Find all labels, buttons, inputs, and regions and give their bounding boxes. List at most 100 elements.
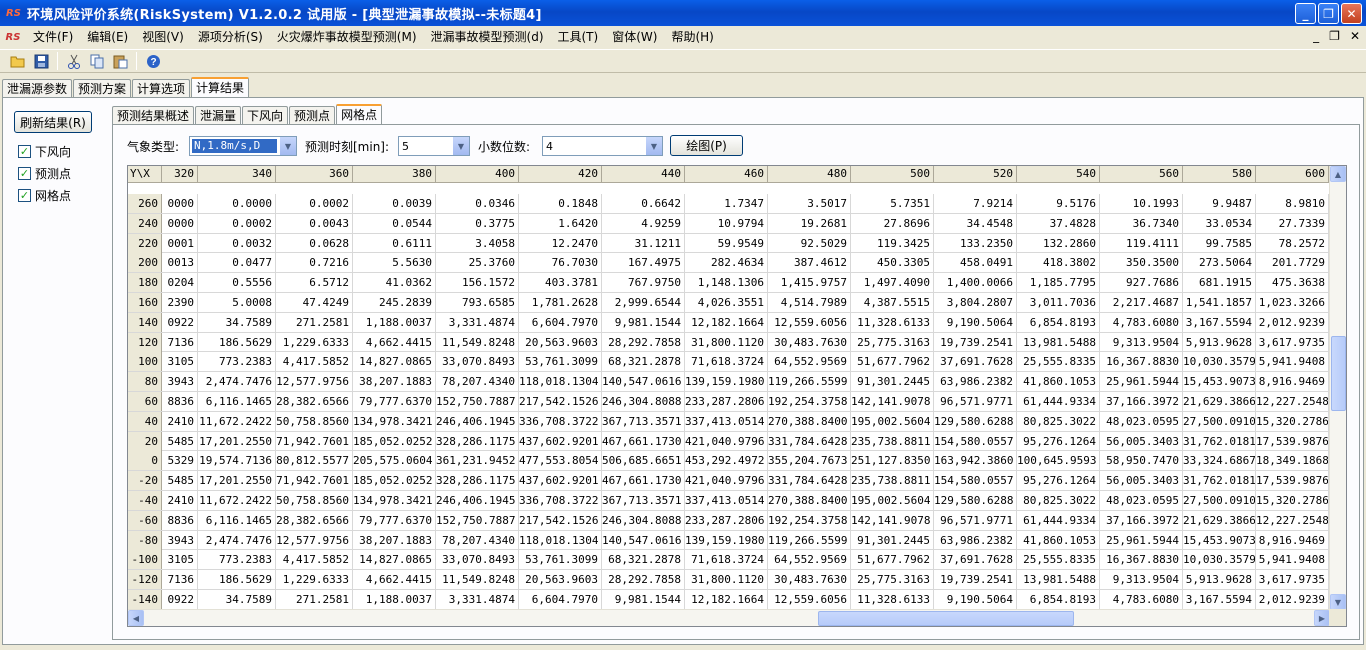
- column-header: 420: [519, 166, 602, 183]
- tab-calc-results[interactable]: 计算结果: [191, 77, 250, 98]
- prediction-time-label: 预测时刻[min]:: [305, 140, 390, 154]
- table-row[interactable]: 0 5329 19,574.7136 80,812.5577 205,575.0604 3…: [128, 451, 1329, 472]
- table-cell: 2,474.7476: [198, 530, 276, 550]
- table-cell: 63,986.2382: [934, 372, 1017, 392]
- mdi-close-icon[interactable]: ✕: [1350, 29, 1360, 43]
- refresh-results-button[interactable]: 刷新结果(R): [14, 111, 92, 133]
- tab-grid-points[interactable]: 网格点: [336, 104, 383, 125]
- vertical-scroll-thumb[interactable]: [1331, 336, 1346, 411]
- menu-window[interactable]: 窗体(W): [605, 27, 664, 48]
- table-cell: 28,292.7858: [602, 332, 685, 352]
- table-row[interactable]: 80 3943 2,474.7476 12,577.9756 38,207.1883 78…: [128, 372, 1329, 392]
- horizontal-scrollbar[interactable]: ◀ ▶: [128, 609, 1330, 626]
- table-row[interactable]: -40 2410 11,672.2422 50,758.8560 134,978.342…: [128, 490, 1329, 511]
- minimize-button[interactable]: _: [1295, 3, 1316, 24]
- table-cell: 2,474.7476: [198, 372, 276, 392]
- tab-leak-amount[interactable]: 泄漏量: [195, 106, 242, 125]
- table-cell: 0922: [162, 589, 198, 609]
- tab-calc-options[interactable]: 计算选项: [132, 79, 191, 98]
- table-cell: 91,301.2445: [851, 372, 934, 392]
- close-button[interactable]: ✕: [1341, 3, 1362, 24]
- table-row[interactable]: 20 5485 17,201.2550 71,942.7601 185,052.0252…: [128, 431, 1329, 452]
- draw-button[interactable]: 绘图(P): [670, 135, 743, 156]
- row-header: 240: [128, 213, 162, 233]
- table-row[interactable]: 120 7136 186.5629 1,229.6333 4,662.4415 11,54…: [128, 332, 1329, 353]
- save-icon[interactable]: [31, 51, 51, 71]
- table-cell: 140,547.0616: [602, 530, 685, 550]
- checkbox-downwind[interactable]: ✓ 下风向: [18, 143, 71, 160]
- table-row[interactable]: 260 0000 0.0000 0.0002 0.0039 0.0346 0.1848 0.6…: [128, 194, 1329, 214]
- mdi-minimize-icon[interactable]: _: [1313, 29, 1319, 43]
- table-row[interactable]: -80 3943 2,474.7476 12,577.9756 38,207.1883 7…: [128, 530, 1329, 551]
- menu-tools[interactable]: 工具(T): [551, 27, 606, 48]
- checkbox-prediction-points[interactable]: ✓ 预测点: [18, 165, 71, 182]
- tab-prediction-points[interactable]: 预测点: [289, 106, 336, 125]
- grid-points-table[interactable]: 260 0000 0.0000 0.0002 0.0039 0.0346 0.1848 0.6…: [127, 165, 1347, 627]
- table-cell: 139,159.1980: [685, 372, 768, 392]
- table-cell: 331,784.6428: [768, 471, 851, 491]
- table-cell: 11,328.6133: [851, 312, 934, 332]
- table-row[interactable]: -140 0922 34.7589 271.2581 1,188.0037 3,331.4…: [128, 589, 1329, 610]
- open-folder-icon[interactable]: [8, 51, 28, 71]
- checkbox-grid-points[interactable]: ✓ 网格点: [18, 187, 71, 204]
- svg-text:?: ?: [150, 57, 156, 68]
- scroll-down-icon[interactable]: ▼: [1330, 594, 1346, 610]
- restore-button[interactable]: ❐: [1318, 3, 1339, 24]
- table-row[interactable]: 100 3105 773.2383 4,417.5852 14,827.0865 33,0…: [128, 352, 1329, 373]
- cut-icon[interactable]: [64, 51, 84, 71]
- table-cell: 142,141.9078: [851, 510, 934, 530]
- decimals-select[interactable]: 4 ▼: [542, 136, 663, 156]
- mdi-restore-icon[interactable]: ❐: [1329, 29, 1340, 43]
- table-cell: 0000: [162, 194, 198, 213]
- table-cell: 27.8696: [851, 213, 934, 233]
- table-cell: 152,750.7887: [436, 391, 519, 411]
- menu-view[interactable]: 视图(V): [135, 27, 191, 48]
- table-row[interactable]: -20 5485 17,201.2550 71,942.7601 185,052.025…: [128, 471, 1329, 491]
- scroll-up-icon[interactable]: ▲: [1330, 166, 1346, 182]
- table-cell: 36.7340: [1100, 213, 1183, 233]
- help-icon[interactable]: ?: [143, 51, 163, 71]
- tab-leak-source-params[interactable]: 泄漏源参数: [2, 79, 73, 98]
- table-row[interactable]: 160 2390 5.0008 47.4249 245.2839 793.6585 1,78…: [128, 292, 1329, 313]
- table-row[interactable]: 240 0000 0.0002 0.0043 0.0544 0.3775 1.6420 4.9…: [128, 213, 1329, 234]
- weather-type-select[interactable]: N,1.8m/s,D ▼: [189, 136, 297, 156]
- menu-edit[interactable]: 编辑(E): [80, 27, 135, 48]
- menu-leak-model[interactable]: 泄漏事故模型预测(d): [424, 27, 551, 48]
- menu-fire-explosion[interactable]: 火灾爆炸事故模型预测(M): [270, 27, 424, 48]
- table-row[interactable]: -60 8836 6,116.1465 28,382.6566 79,777.6370 1…: [128, 510, 1329, 531]
- table-cell: 163,942.3860: [934, 451, 1017, 471]
- menu-file[interactable]: 文件(F): [26, 27, 80, 48]
- tab-prediction-scheme[interactable]: 预测方案: [73, 79, 132, 98]
- scroll-left-icon[interactable]: ◀: [128, 610, 144, 626]
- menu-help[interactable]: 帮助(H): [664, 27, 720, 48]
- horizontal-scroll-thumb[interactable]: [818, 611, 1074, 626]
- table-cell: 38,207.1883: [353, 372, 436, 392]
- table-cell: 5.7351: [851, 194, 934, 213]
- tab-downwind[interactable]: 下风向: [242, 106, 289, 125]
- weather-type-label: 气象类型:: [127, 140, 180, 154]
- table-row[interactable]: 40 2410 11,672.2422 50,758.8560 134,978.3421…: [128, 411, 1329, 432]
- vertical-scrollbar[interactable]: ▲ ▼: [1329, 166, 1346, 610]
- table-cell: 129,580.6288: [934, 411, 1017, 431]
- table-row[interactable]: 60 8836 6,116.1465 28,382.6566 79,777.6370 15…: [128, 391, 1329, 412]
- weather-type-value: N,1.8m/s,D: [192, 139, 277, 153]
- table-row[interactable]: 180 0204 0.5556 6.5712 41.0362 156.1572 403.37…: [128, 273, 1329, 293]
- table-row[interactable]: -120 7136 186.5629 1,229.6333 4,662.4415 11,5…: [128, 570, 1329, 590]
- chevron-down-icon[interactable]: ▼: [645, 137, 662, 155]
- scroll-right-icon[interactable]: ▶: [1314, 610, 1330, 626]
- table-row[interactable]: -100 3105 773.2383 4,417.5852 14,827.0865 33,…: [128, 550, 1329, 571]
- prediction-time-select[interactable]: 5 ▼: [398, 136, 470, 156]
- menu-source-analysis[interactable]: 源项分析(S): [191, 27, 270, 48]
- table-row[interactable]: 140 0922 34.7589 271.2581 1,188.0037 3,331.48…: [128, 312, 1329, 333]
- table-cell: 1,185.7795: [1017, 273, 1100, 293]
- table-cell: 201.7729: [1256, 253, 1329, 273]
- table-row[interactable]: 200 0013 0.0477 0.7216 5.5630 25.3760 76.7030 1…: [128, 253, 1329, 274]
- tab-result-overview[interactable]: 预测结果概述: [112, 106, 195, 125]
- chevron-down-icon[interactable]: ▼: [279, 137, 296, 155]
- table-cell: 17,201.2550: [198, 431, 276, 451]
- chevron-down-icon[interactable]: ▼: [452, 137, 469, 155]
- copy-icon[interactable]: [87, 51, 107, 71]
- paste-icon[interactable]: [110, 51, 130, 71]
- table-row[interactable]: 220 0001 0.0032 0.0628 0.6111 3.4058 12.2470 31…: [128, 233, 1329, 254]
- table-cell: 270,388.8400: [768, 411, 851, 431]
